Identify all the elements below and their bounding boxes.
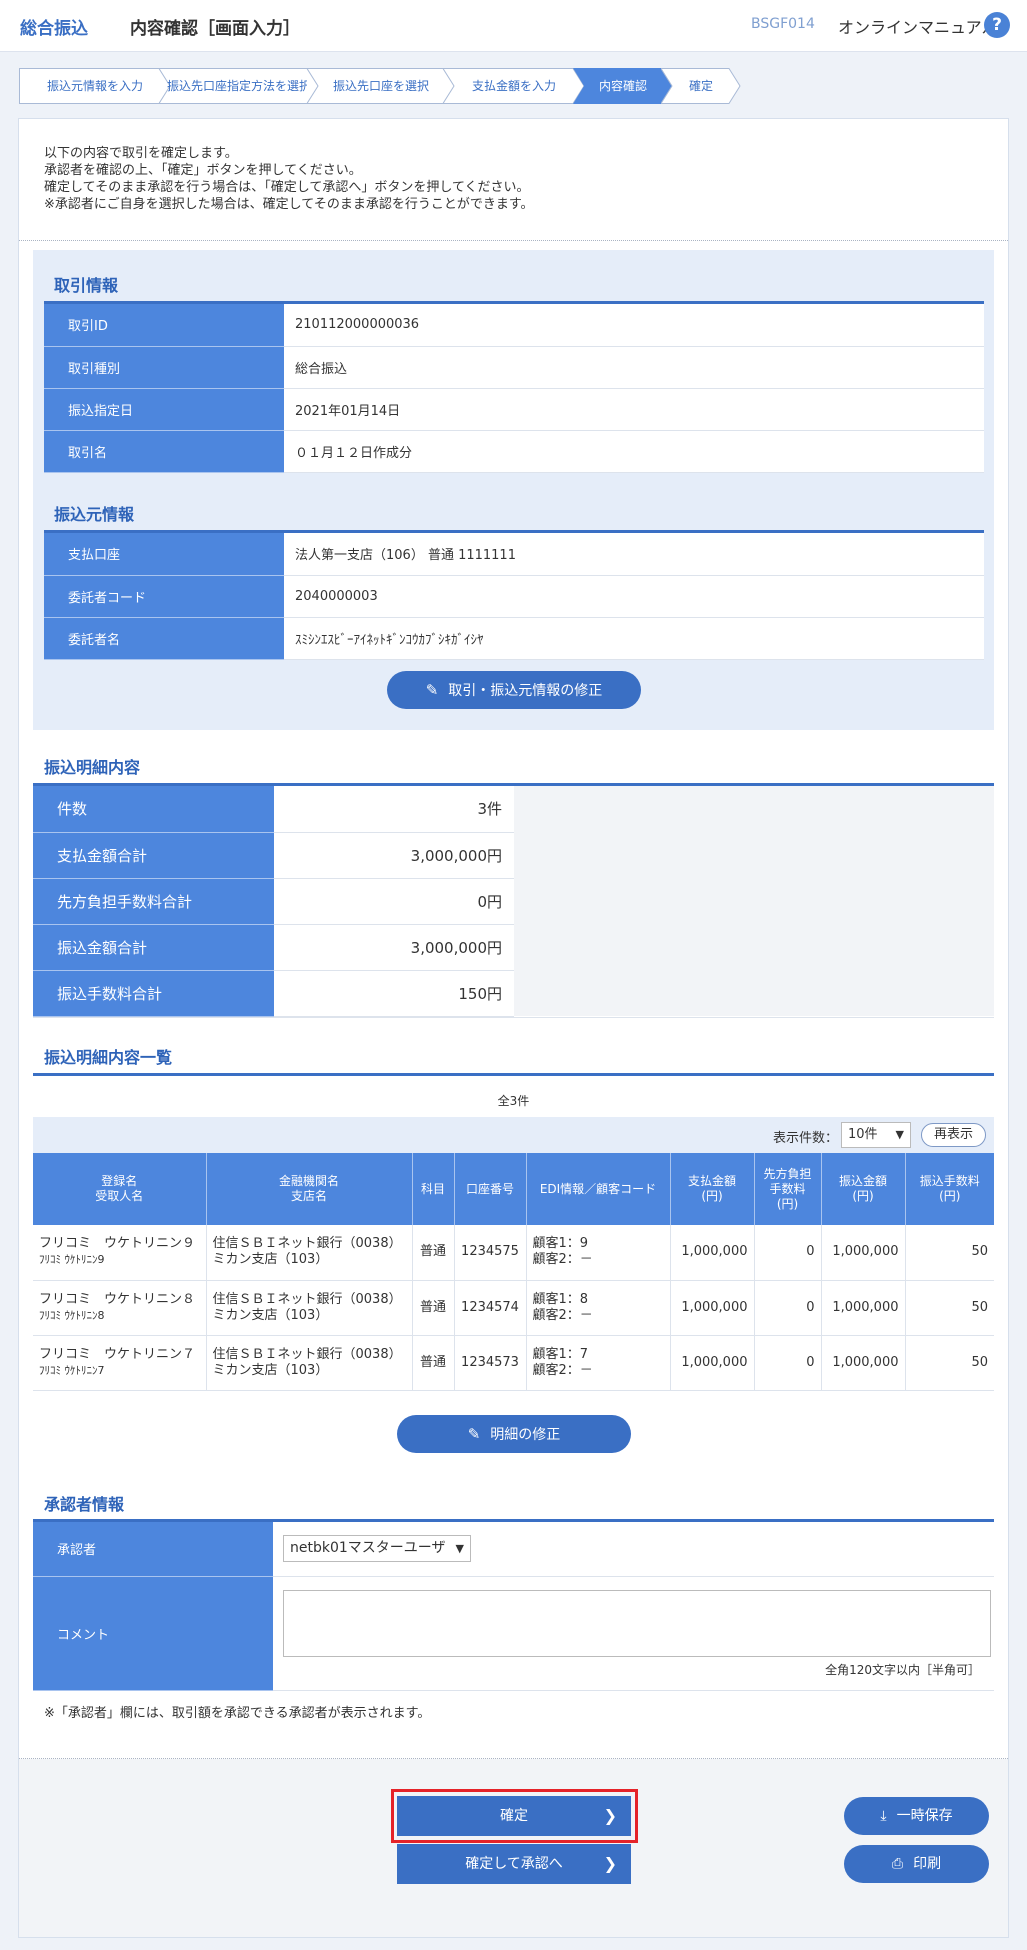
approver-select[interactable]: netbk01マスターユーザ ▼ [283, 1535, 471, 1562]
pencil-icon: ✎ [425, 681, 439, 699]
step-confirm-content: 内容確認 [573, 68, 673, 104]
chevron-right-icon: ❯ [603, 1854, 617, 1873]
total-count: 全3件 [497, 1094, 530, 1108]
edit-detail-button[interactable]: ✎ 明細の修正 [397, 1415, 631, 1453]
divider [19, 240, 1008, 241]
step-label: 支払金額を入力 [471, 79, 556, 93]
confirm-button[interactable]: 確定 ❯ [397, 1796, 631, 1836]
section-rule [33, 1073, 994, 1076]
col-header-fee-payee: 先方負担 手数料 (円) [754, 1153, 822, 1225]
step-label: 振込元情報を入力 [46, 79, 143, 93]
step-amount: 支払金額を入力 [443, 68, 585, 104]
table-row: 取引種別 総合振込 [44, 346, 984, 389]
table-row: 取引名 ０１月１２日作成分 [44, 430, 984, 473]
col-header-type: 科目 [412, 1153, 455, 1225]
save-draft-button[interactable]: ⤓ 一時保存 [844, 1797, 989, 1835]
table-row: 件数 3件 [33, 786, 994, 1016]
step-label: 内容確認 [598, 79, 647, 93]
col-header-pay: 支払金額 (円) [670, 1153, 755, 1225]
function-name: 総合振込 [20, 19, 88, 39]
detail-list-title: 振込明細内容一覧 [44, 1048, 173, 1067]
table-row: 承認者 netbk01マスターユーザ ▼ [33, 1522, 994, 1577]
col-header-name: 登録名 受取人名 [33, 1153, 207, 1225]
col-header-account: 口座番号 [454, 1153, 527, 1225]
source-info-table: 支払口座 法人第一支店（106） 普通 1111111 委託者コード 2040000… [44, 533, 984, 660]
col-header-bank: 金融機関名 支店名 [206, 1153, 413, 1225]
summary-table: 件数 3件 支払金額合計 3,000,000円 先方負担手数料合計 0円 振込金額合計… [33, 786, 994, 1017]
approver-table: 承認者 netbk01マスターユーザ ▼ コメント 全角120文字以内［半角可］ [33, 1522, 994, 1691]
step-complete: 確定 [661, 68, 741, 104]
step-destination-method: 振込先口座指定方法を選択 [159, 68, 319, 104]
approver-info-title: 承認者情報 [44, 1495, 125, 1514]
step-label: 確定 [688, 79, 713, 93]
table-row: 支払口座 法人第一支店（106） 普通 1111111 [44, 533, 984, 576]
table-row: 委託者名 ｽﾐｼﾝｴｽﾋﾞｰｱｲﾈｯﾄｷﾞﾝｺｳｶﾌﾞｼｷｶﾞｲｼﾔ [44, 617, 984, 660]
detail-table: 登録名 受取人名 金融機関名 支店名 科目 口座番号 EDI情報／顧客コード 支払金… [33, 1153, 994, 1391]
pencil-icon: ✎ [467, 1425, 481, 1443]
table-row: 取引ID 210112000000036 [44, 304, 984, 347]
confirm-and-approve-button[interactable]: 確定して承認へ ❯ [397, 1844, 631, 1884]
table-header-row: 登録名 受取人名 金融機関名 支店名 科目 口座番号 EDI情報／顧客コード 支払金… [33, 1153, 994, 1225]
screen-code: BSGF014 [751, 16, 815, 32]
transaction-info-table: 取引ID 210112000000036 取引種別 総合振込 振込指定日 2021年0… [44, 304, 984, 473]
source-info-title: 振込元情報 [54, 505, 135, 524]
step-label: 振込先口座を選択 [332, 79, 429, 93]
help-icon[interactable]: ? [984, 12, 1010, 38]
edit-source-info-button[interactable]: ✎ 取引・振込元情報の修正 [387, 671, 641, 709]
online-manual-link[interactable]: オンラインマニュアル [838, 14, 998, 38]
col-header-transfer: 振込金額 (円) [821, 1153, 906, 1225]
table-row: 委託者コード 2040000003 [44, 575, 984, 618]
table-row: フリコミ ウケトリニン８ ﾌﾘｺﾐ ｳｹﾄﾘﾆﾝ8 住信ＳＢＩネット銀行（0038… [33, 1280, 994, 1336]
step-label: 振込先口座指定方法を選択 [166, 79, 311, 93]
table-row: フリコミ ウケトリニン７ ﾌﾘｺﾐ ｳｹﾄﾘﾆﾝ7 住信ＳＢＩネット銀行（0038… [33, 1335, 994, 1391]
caret-down-icon: ▼ [895, 1128, 904, 1141]
page-title: 内容確認［画面入力］ [130, 19, 300, 39]
table-row: フリコミ ウケトリニン９ ﾌﾘｺﾐ ｳｹﾄﾘﾆﾝ9 住信ＳＢＩネット銀行（0038… [33, 1225, 994, 1281]
print-button[interactable]: ⎙ 印刷 [844, 1845, 989, 1883]
chevron-right-icon: ❯ [603, 1806, 617, 1825]
page-size-label: 表示件数： [773, 1131, 839, 1146]
col-header-edi: EDI情報／顧客コード [526, 1153, 671, 1225]
page-size-select[interactable]: 10件 ▼ [841, 1122, 911, 1148]
printer-icon: ⎙ [891, 1856, 904, 1872]
top-bar: 総合振込 内容確認［画面入力］ BSGF014 オンラインマニュアル ? [0, 0, 1027, 52]
intro-text: 以下の内容で取引を確定します。 承認者を確認の上、「確定」ボタンを押してください… [44, 146, 534, 212]
comment-textarea[interactable] [283, 1589, 991, 1657]
approver-note: ※「承認者」欄には、取引額を承認できる承認者が表示されます。 [44, 1706, 431, 1721]
col-header-fee: 振込手数料 (円) [905, 1153, 994, 1225]
table-row: 振込指定日 2021年01月14日 [44, 388, 984, 431]
caret-down-icon: ▼ [455, 1542, 464, 1555]
download-icon: ⤓ [880, 1808, 887, 1824]
transaction-info-title: 取引情報 [54, 276, 119, 295]
comment-hint: 全角120文字以内［半角可］ [825, 1662, 980, 1677]
table-row: コメント 全角120文字以内［半角可］ [33, 1576, 994, 1691]
step-destination-account: 振込先口座を選択 [307, 68, 455, 104]
summary-title: 振込明細内容 [44, 758, 141, 777]
step-source-info: 振込元情報を入力 [19, 68, 171, 104]
list-toolbar: 表示件数： 10件 ▼ 再表示 [33, 1117, 994, 1153]
redisplay-button[interactable]: 再表示 [921, 1123, 986, 1147]
